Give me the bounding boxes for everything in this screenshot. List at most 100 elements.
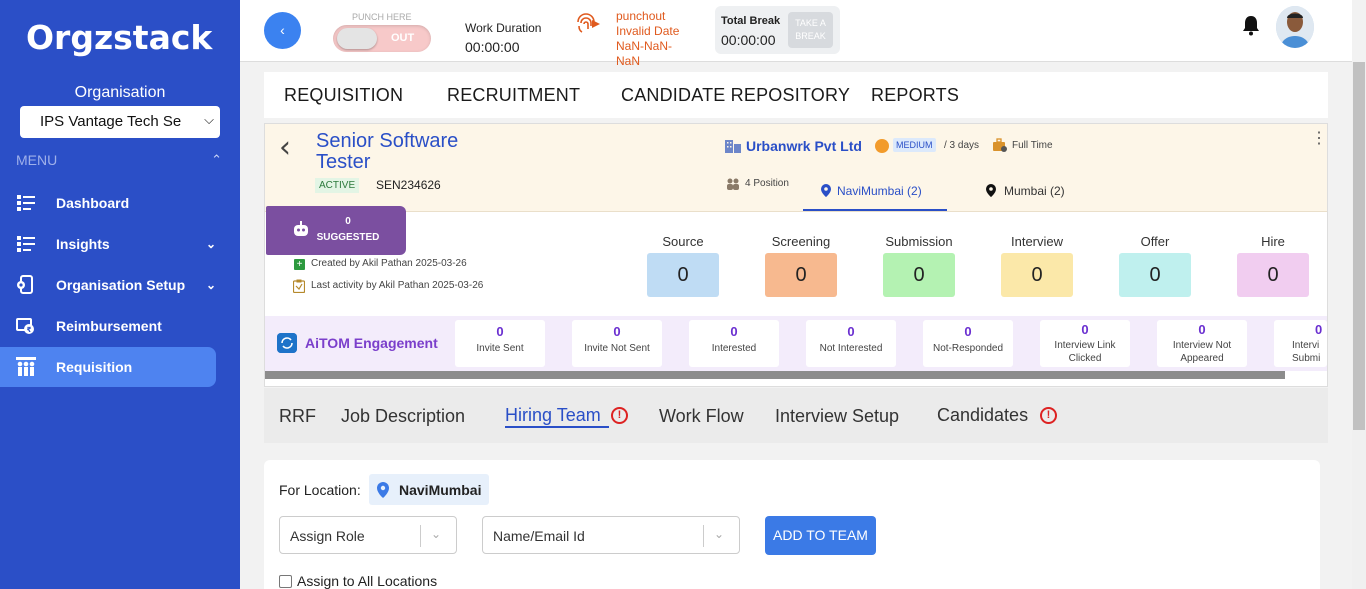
tab-candidate-repository[interactable]: CANDIDATE REPOSITORY bbox=[621, 85, 850, 106]
punchout-line: Invalid Date bbox=[616, 24, 680, 38]
fingerprint-icon bbox=[575, 10, 601, 34]
sidebar-item-label: Dashboard bbox=[56, 195, 130, 211]
pipeline-stage-screening[interactable]: Screening 0 bbox=[765, 234, 837, 297]
tab-reports[interactable]: REPORTS bbox=[871, 85, 959, 106]
location-chip: NaviMumbai bbox=[369, 474, 489, 505]
take-break-label: BREAK bbox=[795, 31, 826, 41]
sidebar-item-label: Reimbursement bbox=[56, 318, 162, 334]
assign-all-locations[interactable]: Assign to All Locations bbox=[279, 573, 437, 589]
work-duration-value: 00:00:00 bbox=[465, 39, 520, 55]
position-count: 4 Position bbox=[745, 178, 789, 189]
pipeline-stage-hire[interactable]: Hire 0 bbox=[1237, 234, 1309, 297]
engagement-label: Interested bbox=[711, 343, 757, 354]
sidebar-item-dashboard[interactable]: Dashboard bbox=[0, 183, 216, 223]
job-code: SEN234626 bbox=[376, 178, 441, 192]
location-tab-mumbai[interactable]: Mumbai (2) bbox=[986, 184, 1065, 198]
location-tab-label: Mumbai (2) bbox=[1004, 184, 1065, 198]
assign-role-select[interactable]: Assign Role ⌄ bbox=[279, 516, 457, 554]
tab-interview-setup[interactable]: Interview Setup bbox=[775, 406, 899, 427]
stage-count: 0 bbox=[1119, 253, 1191, 297]
engagement-card[interactable]: 0 Intervi Submi bbox=[1274, 320, 1327, 367]
engagement-card[interactable]: 0 Interview Link Clicked bbox=[1040, 320, 1130, 367]
sidebar-item-reimbursement[interactable]: ₹ Reimbursement bbox=[0, 306, 216, 346]
job-title-line: Tester bbox=[316, 151, 371, 173]
engagement-label: Interview Link Clicked bbox=[1054, 340, 1116, 364]
tab-recruitment[interactable]: RECRUITMENT bbox=[447, 85, 580, 106]
engagement-card[interactable]: 0 Invite Not Sent bbox=[572, 320, 662, 367]
sidebar-item-requisition[interactable]: Requisition bbox=[0, 347, 216, 387]
engagement-card[interactable]: 0 Not Interested bbox=[806, 320, 896, 367]
engagement-card[interactable]: 0 Interested bbox=[689, 320, 779, 367]
sidebar-item-label: Insights bbox=[56, 236, 110, 252]
employment-type: Full Time bbox=[1012, 140, 1053, 151]
stage-count: 0 bbox=[647, 253, 719, 297]
tab-rrf[interactable]: RRF bbox=[279, 406, 316, 427]
chevron-up-icon: ⌃ bbox=[211, 152, 222, 167]
tab-work-flow[interactable]: Work Flow bbox=[659, 406, 744, 427]
pipeline-stage-submission[interactable]: Submission 0 bbox=[883, 234, 955, 297]
sidebar-collapse-button[interactable]: ‹ bbox=[264, 12, 301, 49]
pipeline-stage-source[interactable]: Source 0 bbox=[647, 234, 719, 297]
dashboard-icon bbox=[16, 193, 36, 213]
tab-hiring-team[interactable]: Hiring Team bbox=[505, 405, 601, 426]
sidebar-item-organisation-setup[interactable]: Organisation Setup ⌄ bbox=[0, 265, 216, 305]
engagement-card[interactable]: 0 Interview Not Appeared bbox=[1157, 320, 1247, 367]
pipeline-stage-interview[interactable]: Interview 0 bbox=[1001, 234, 1073, 297]
location-tab-navimumbai[interactable]: NaviMumbai (2) bbox=[821, 184, 922, 198]
company-name: Urbanwrk Pvt Ltd bbox=[746, 138, 862, 154]
created-by-text: Created by Akil Pathan 2025-03-26 bbox=[311, 258, 467, 269]
organisation-select[interactable]: IPS Vantage Tech Se ⌵ bbox=[20, 106, 220, 138]
sidebar-item-insights[interactable]: Insights ⌄ bbox=[0, 224, 216, 264]
job-header: ‹ Senior Software Tester ACTIVE SEN23462… bbox=[265, 124, 1327, 212]
assign-all-checkbox[interactable] bbox=[279, 575, 292, 588]
back-arrow-icon[interactable]: ‹ bbox=[279, 130, 291, 165]
engagement-label: Invite Sent bbox=[476, 343, 524, 354]
name-email-select[interactable]: Name/Email Id ⌄ bbox=[482, 516, 740, 554]
engagement-card[interactable]: 0 Not-Responded bbox=[923, 320, 1013, 367]
sidebar-item-label: Organisation Setup bbox=[56, 277, 186, 293]
robot-icon bbox=[292, 221, 310, 237]
top-bar: ‹ PUNCH HERE OUT Work Duration 00:00:00 … bbox=[240, 0, 1352, 68]
suggested-count: 0 bbox=[345, 216, 351, 227]
punch-toggle[interactable]: OUT bbox=[333, 25, 431, 52]
engagement-card[interactable]: 0 Invite Sent bbox=[455, 320, 545, 367]
engagement-count: 0 bbox=[1315, 322, 1323, 337]
menu-header[interactable]: MENU ⌃ bbox=[16, 152, 222, 168]
punchout-line: NaN-NaN- bbox=[616, 39, 673, 53]
plus-icon: + bbox=[294, 259, 305, 270]
sidebar: Orgzstack Organisation IPS Vantage Tech … bbox=[0, 0, 240, 589]
more-options-icon[interactable]: ⋮ bbox=[1311, 131, 1327, 147]
sidebar-item-label: Requisition bbox=[56, 359, 133, 375]
detail-tabs: RRF Job Description Hiring Team ! Work F… bbox=[264, 388, 1328, 443]
tab-candidates[interactable]: Candidates bbox=[937, 405, 1028, 426]
bell-icon[interactable] bbox=[1241, 14, 1261, 36]
select-divider bbox=[703, 525, 704, 547]
page-scrollbar-thumb[interactable] bbox=[1353, 62, 1365, 430]
map-pin-icon bbox=[986, 184, 996, 197]
duration-text: / 3 days bbox=[944, 140, 980, 151]
total-break-panel: Total Break 00:00:00 TAKE A BREAK bbox=[715, 6, 840, 54]
engagement-scrollbar[interactable] bbox=[265, 371, 1285, 379]
location-tab-label: NaviMumbai (2) bbox=[837, 184, 922, 198]
clipboard-icon bbox=[292, 279, 306, 294]
tab-requisition[interactable]: REQUISITION bbox=[284, 85, 403, 106]
user-avatar[interactable] bbox=[1276, 6, 1314, 48]
organisation-select-value: IPS Vantage Tech Se bbox=[40, 113, 182, 130]
job-title-line: Senior Software bbox=[316, 130, 459, 152]
svg-text:₹: ₹ bbox=[27, 326, 32, 334]
take-break-button[interactable]: TAKE A BREAK bbox=[788, 12, 833, 48]
job-title: Senior Software Tester bbox=[316, 131, 516, 173]
punchout-line: NaN bbox=[616, 54, 641, 68]
people-icon bbox=[726, 177, 740, 191]
tab-job-description[interactable]: Job Description bbox=[341, 406, 465, 427]
add-to-team-button[interactable]: ADD TO TEAM bbox=[765, 516, 876, 555]
engagement-count: 0 bbox=[496, 324, 504, 339]
punchout-status: punchout Invalid Date NaN-NaN- NaN bbox=[616, 9, 696, 69]
chevron-down-icon: ⌄ bbox=[205, 278, 216, 292]
engagement-label: Not-Responded bbox=[932, 343, 1004, 354]
pipeline-stage-offer[interactable]: Offer 0 bbox=[1119, 234, 1191, 297]
warning-icon: ! bbox=[611, 407, 628, 424]
suggested-badge[interactable]: 0 SUGGESTED bbox=[266, 206, 406, 255]
punchout-line: punchout bbox=[616, 9, 666, 23]
toggle-label: OUT bbox=[391, 32, 415, 44]
